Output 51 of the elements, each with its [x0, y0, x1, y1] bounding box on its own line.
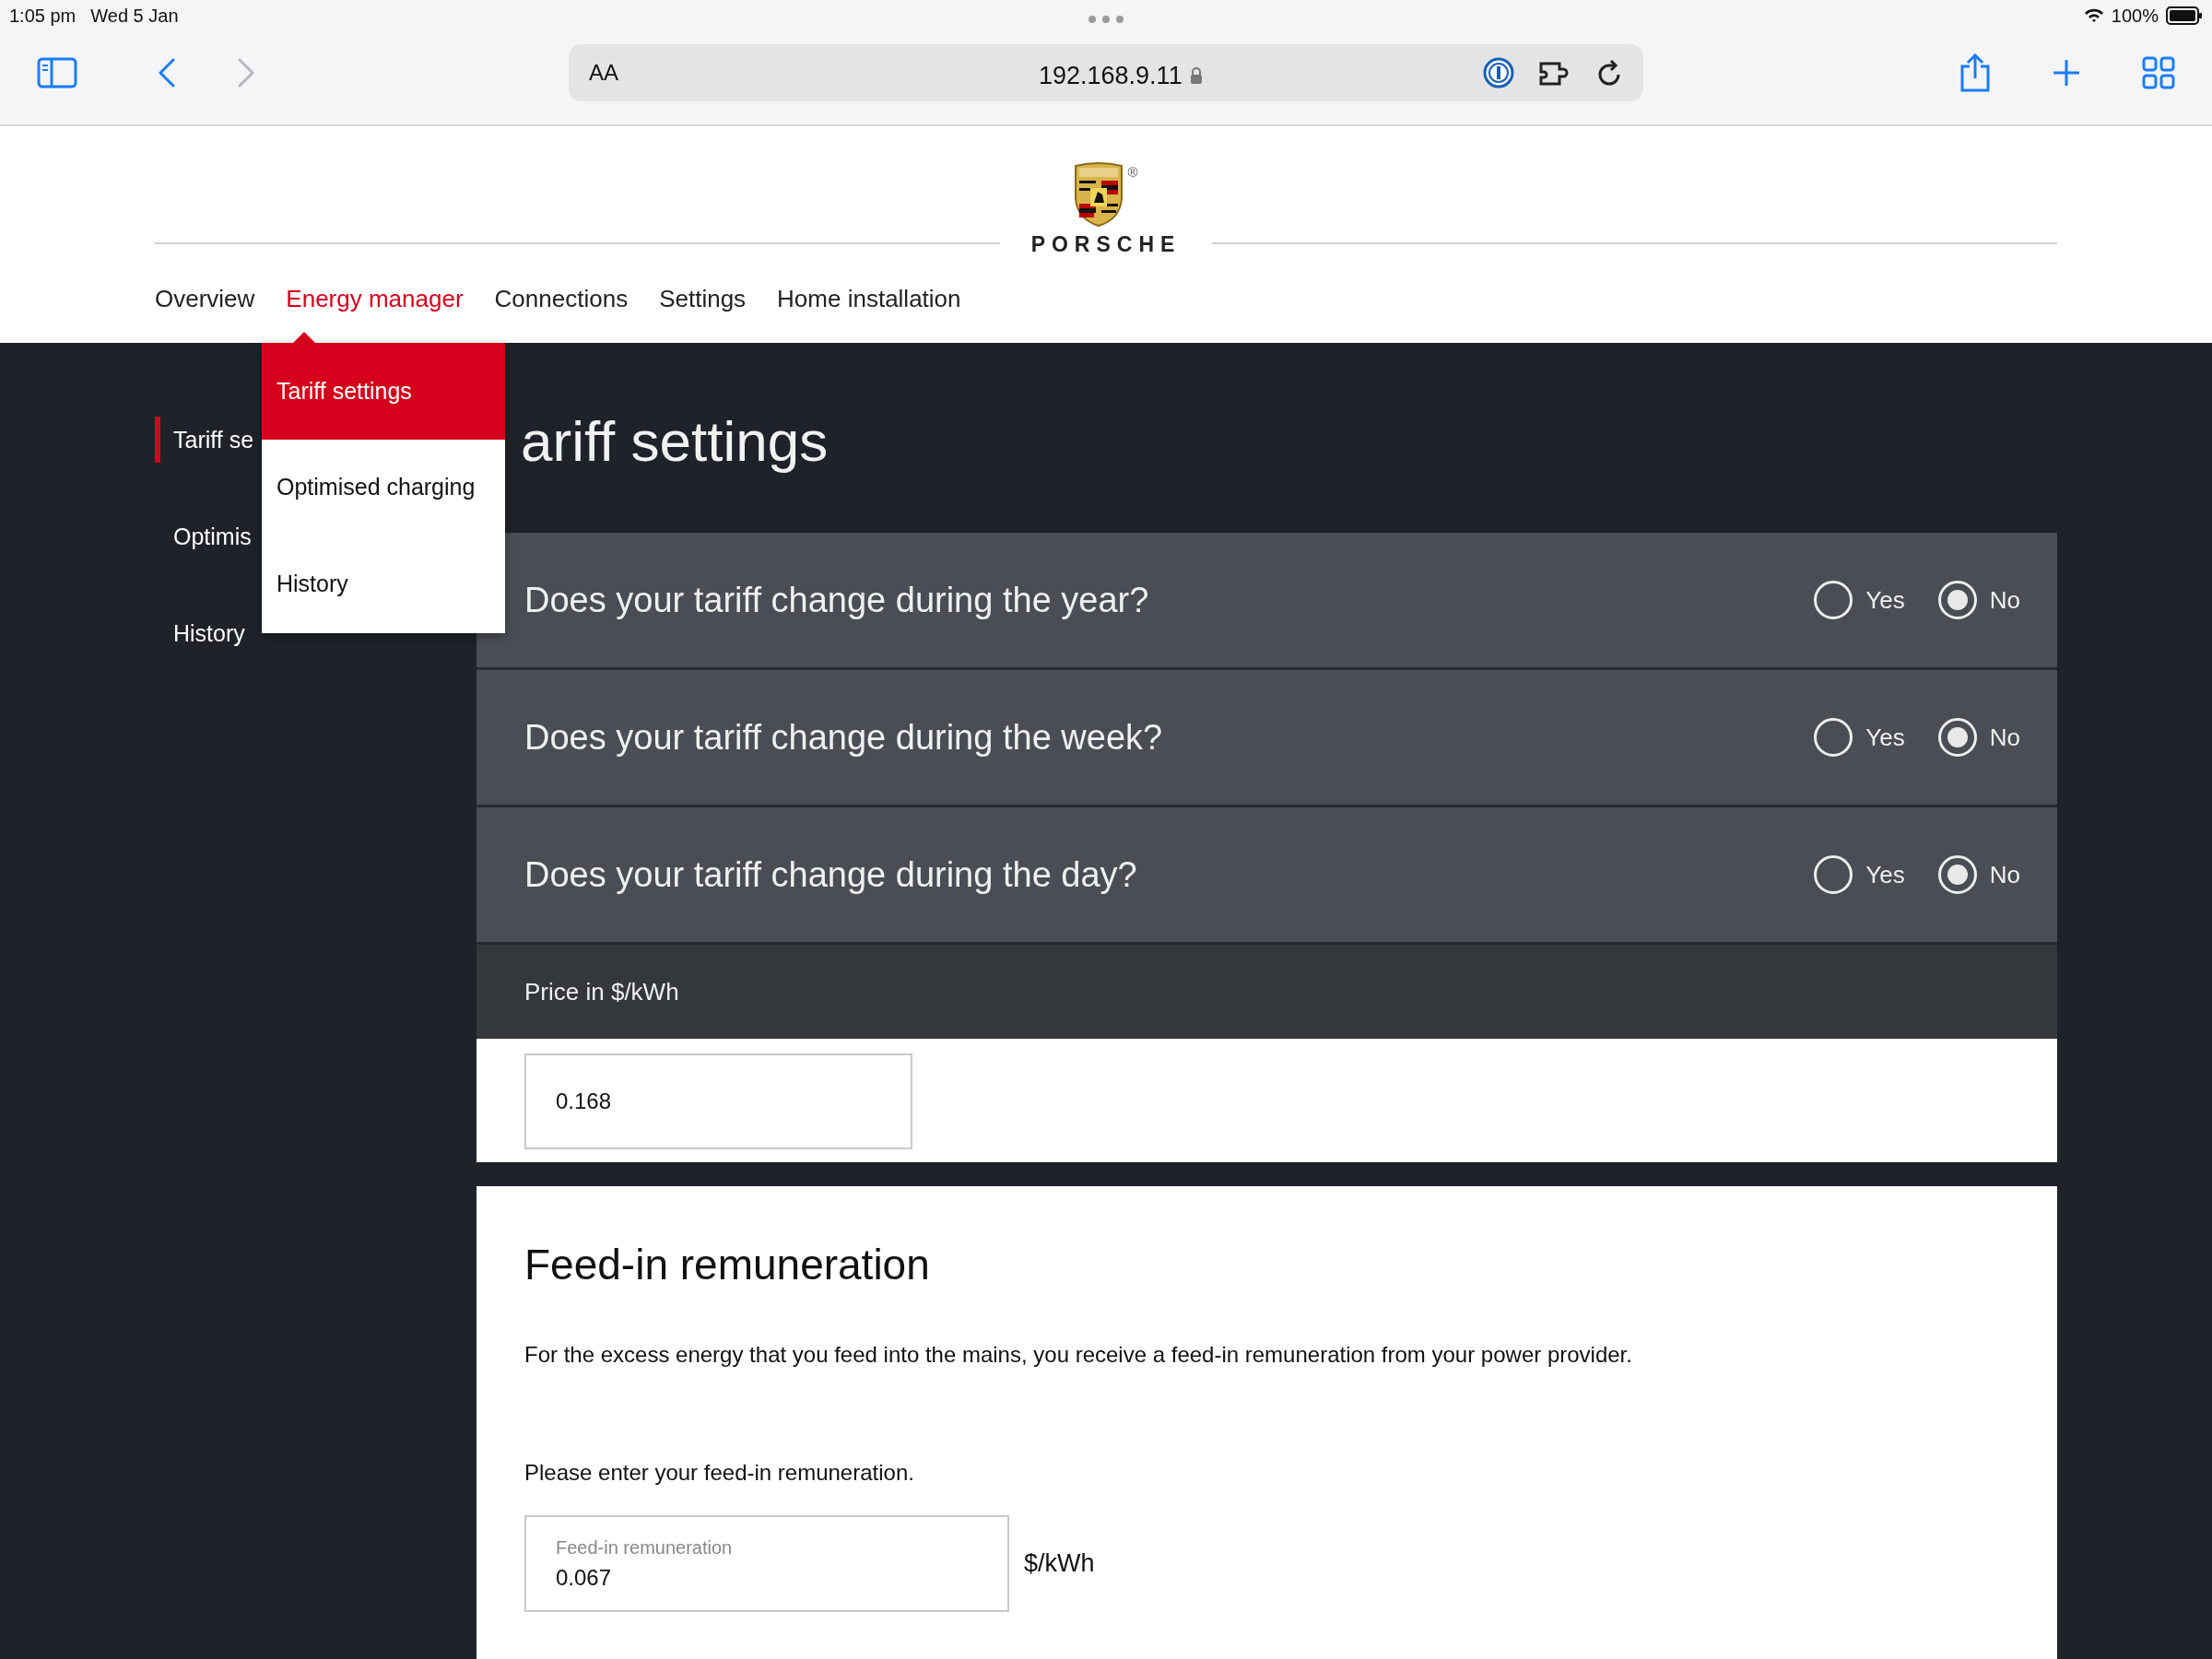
- text-size-button[interactable]: AA: [589, 56, 618, 89]
- battery-icon: [2166, 6, 2203, 25]
- lock-icon: [1189, 67, 1203, 85]
- question-text: Does your tariff change during the year?: [524, 579, 1149, 621]
- registered-mark: ®: [1127, 163, 1138, 182]
- price-label: Price in $/kWh: [524, 976, 679, 1007]
- share-icon[interactable]: [1959, 53, 1991, 92]
- radio-button[interactable]: [1814, 581, 1853, 619]
- radio-button[interactable]: [1937, 855, 1977, 894]
- radio-label: No: [1989, 859, 2020, 890]
- brand-wordmark: PORSCHE: [1030, 234, 1182, 255]
- wifi-icon: [2083, 8, 2104, 23]
- battery-percent: 100%: [2111, 5, 2159, 28]
- section-title: Feed-in remuneration: [524, 1240, 931, 1290]
- sidebar-item[interactable]: Optimis: [155, 513, 257, 559]
- address-text: 192.168.9.11: [1039, 61, 1182, 91]
- sidebar-icon[interactable]: [37, 57, 77, 88]
- nav-tab[interactable]: Overview: [155, 281, 255, 317]
- unit-label: $/kWh: [1024, 1548, 1095, 1580]
- new-tab-icon[interactable]: [2052, 58, 2081, 88]
- status-date: Wed 5 Jan: [90, 5, 179, 28]
- password-manager-icon[interactable]: [1483, 57, 1514, 88]
- nav-tab[interactable]: Connections: [494, 281, 629, 317]
- prompt-text: Please enter your feed-in remuneration.: [524, 1459, 915, 1488]
- radio-label: Yes: [1865, 722, 1905, 753]
- radio-button[interactable]: [1814, 855, 1853, 894]
- page-title: ariff settings: [520, 408, 830, 475]
- question-text: Does your tariff change during the week?: [524, 716, 1163, 759]
- question-text: Does your tariff change during the day?: [524, 853, 1137, 896]
- crest-logo: [1074, 162, 1124, 227]
- menu-item[interactable]: Optimised charging: [262, 440, 505, 535]
- price-field[interactable]: 0.168: [524, 1053, 912, 1149]
- radio-label: Yes: [1865, 584, 1905, 616]
- radio-button[interactable]: [1937, 718, 1977, 757]
- address-bar[interactable]: AA 192.168.9.11: [569, 44, 1643, 101]
- radio-label: No: [1989, 722, 2020, 753]
- nav-tab[interactable]: Home installation: [777, 281, 961, 317]
- radio-button[interactable]: [1937, 581, 1977, 619]
- tab-overview-icon[interactable]: [2142, 56, 2175, 89]
- radio-label: No: [1989, 584, 2020, 616]
- nav-tab[interactable]: Settings: [659, 281, 747, 317]
- status-time: 1:05 pm: [9, 5, 76, 28]
- description-text: For the excess energy that you feed into the mains, you receive a feed-in remuneration from your power provider.: [524, 1341, 1633, 1370]
- feed-in-field[interactable]: Feed-in remuneration 0.067: [524, 1515, 1009, 1613]
- sidebar-item[interactable]: History: [155, 610, 251, 656]
- more-dots-icon[interactable]: [1088, 15, 1124, 24]
- menu-item[interactable]: Tariff settings: [262, 343, 505, 440]
- radio-label: Yes: [1865, 859, 1905, 890]
- radio-button[interactable]: [1814, 718, 1853, 757]
- menu-item[interactable]: History: [262, 535, 505, 633]
- nav-tab[interactable]: Energy manager: [286, 281, 464, 317]
